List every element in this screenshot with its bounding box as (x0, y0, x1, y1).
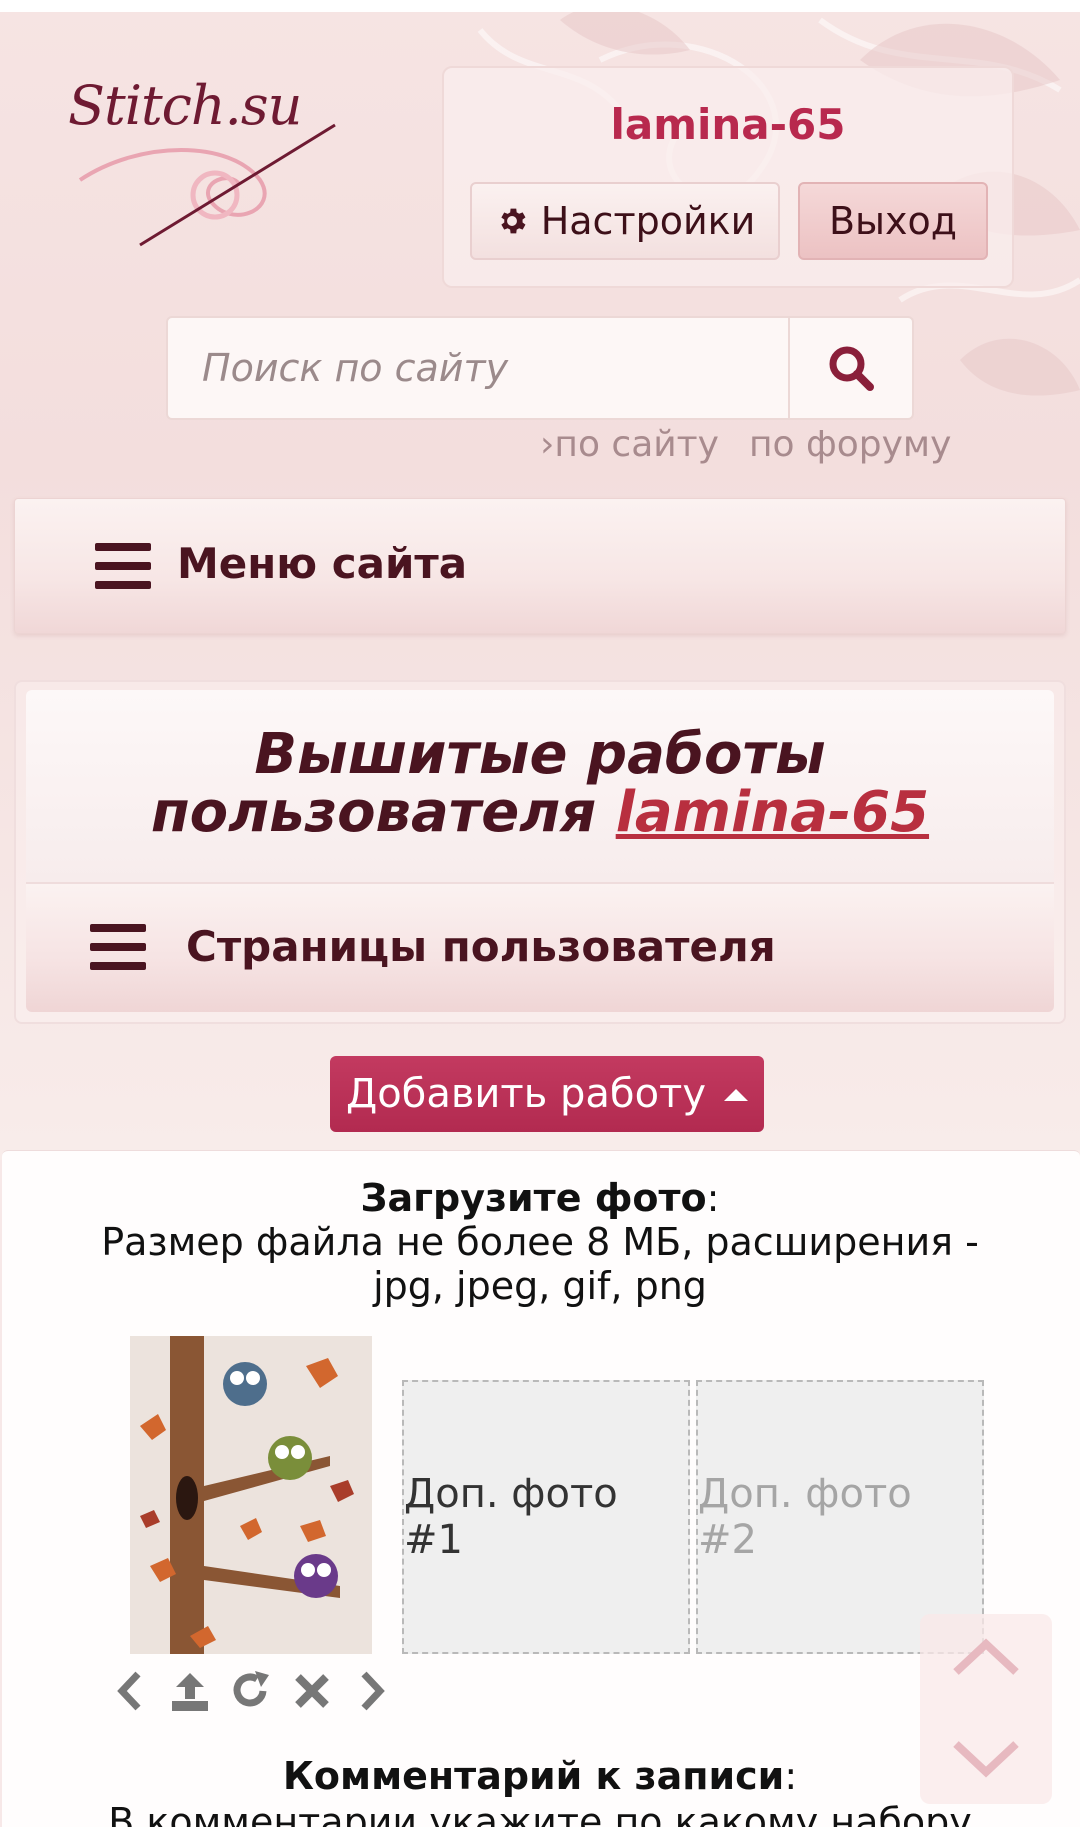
page-title: Вышитые работы пользователя lamina-65 (26, 690, 1054, 884)
page-title-prefix: пользователя (150, 780, 616, 845)
settings-label: Настройки (540, 199, 756, 243)
hamburger-icon (95, 543, 151, 589)
comment-heading-label: Комментарий к записи (282, 1754, 785, 1798)
page-title-line2: пользователя lamina-65 (26, 784, 1054, 842)
search-input[interactable] (170, 320, 790, 416)
photo-toolbar (106, 1664, 396, 1718)
next-icon[interactable] (350, 1668, 396, 1714)
prev-icon[interactable] (106, 1668, 152, 1714)
username[interactable]: lamina-65 (444, 100, 1012, 149)
comment-heading: Комментарий к записи: (0, 1754, 1080, 1798)
embroidery-photo (130, 1336, 372, 1654)
needle-icon (78, 123, 336, 247)
upload-heading-label: Загрузите фото (360, 1176, 707, 1220)
upload-heading-suffix: : (706, 1176, 720, 1220)
main-photo-thumbnail[interactable] (130, 1336, 372, 1654)
comment-heading-suffix: : (784, 1754, 798, 1798)
rotate-icon[interactable] (228, 1668, 274, 1714)
search-icon (829, 346, 874, 391)
upload-description: Размер файла не более 8 МБ, расширения -… (101, 1220, 979, 1308)
top-strip (0, 0, 1080, 12)
logout-button[interactable]: Выход (798, 182, 988, 260)
extra-photo-slot-2[interactable]: Доп. фото #2 (696, 1380, 984, 1654)
hamburger-icon (90, 924, 146, 970)
caret-up-icon (724, 1089, 749, 1101)
scope-forum[interactable]: по форуму (749, 424, 951, 465)
page-title-line1: Вышитые работы (254, 722, 826, 787)
upload-icon[interactable] (167, 1668, 213, 1714)
logout-label: Выход (828, 199, 958, 243)
user-box: lamina-65 Настройки Выход (442, 66, 1014, 288)
scroll-up-icon (953, 1638, 1019, 1675)
search-scope: ›по сайту по форуму (540, 424, 951, 465)
chevron-right-icon: › (540, 424, 555, 465)
scope-site[interactable]: ›по сайту (540, 424, 719, 465)
search-button[interactable] (788, 318, 912, 418)
gear-icon (501, 208, 526, 234)
site-menu-bar[interactable]: Меню сайта (14, 498, 1066, 634)
site-logo[interactable]: Stitch.su (60, 70, 350, 260)
user-pages-label: Страницы пользователя (186, 922, 776, 971)
title-user-link[interactable]: lamina-65 (616, 780, 929, 845)
add-work-label: Добавить работу (345, 1071, 707, 1117)
comment-description: В комментарии укажите по какому набору (108, 1800, 972, 1827)
settings-button[interactable]: Настройки (470, 182, 780, 260)
search-box (166, 316, 914, 420)
extra-photo-slot-1[interactable]: Доп. фото #1 (402, 1380, 690, 1654)
add-work-button[interactable]: Добавить работу (330, 1056, 764, 1132)
delete-icon[interactable] (289, 1668, 335, 1714)
scope-site-label: по сайту (554, 424, 719, 465)
user-pages-menu[interactable]: Страницы пользователя (26, 884, 1054, 1012)
site-menu-label: Меню сайта (177, 539, 468, 588)
upload-heading: Загрузите фото: (0, 1176, 1080, 1220)
